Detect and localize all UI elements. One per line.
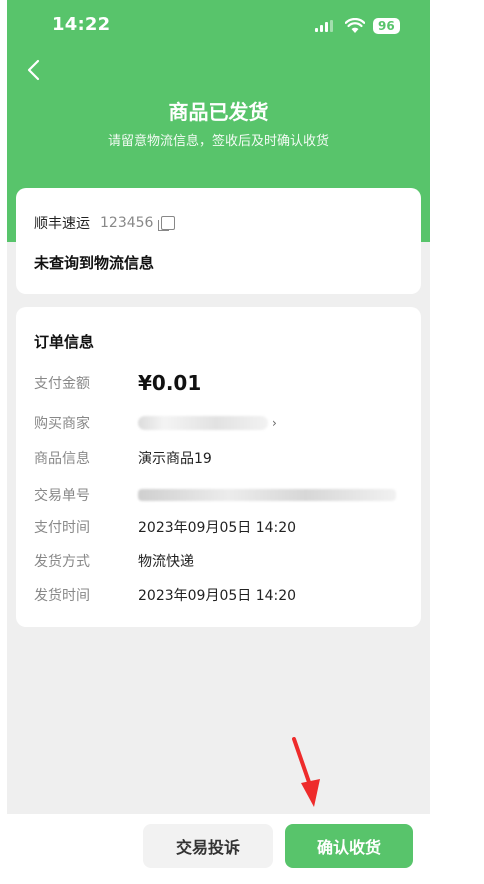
- chevron-right-icon: ›: [272, 416, 277, 430]
- ship-time-value: 2023年09月05日 14:20: [138, 588, 297, 604]
- order-info-card: 订单信息 支付金额 ¥0.01 购买商家 › 商品信息 演示商品19 交易单号 …: [16, 307, 421, 627]
- merchant-name-redacted: [138, 416, 268, 430]
- ship-time-label: 发货时间: [34, 588, 90, 604]
- ship-method-row: 发货方式 物流快递: [34, 551, 194, 571]
- cellular-signal-icon: [315, 20, 333, 32]
- copy-icon[interactable]: [158, 216, 176, 231]
- status-bar: 14:22 96: [7, 0, 430, 48]
- tracking-number: 123456: [100, 215, 154, 231]
- battery-indicator: 96: [373, 18, 400, 34]
- shipping-card: 顺丰速运 123456 未查询到物流信息: [16, 188, 421, 294]
- page-title: 商品已发货: [168, 100, 269, 124]
- confirm-receipt-button[interactable]: 确认收货: [285, 824, 413, 868]
- ship-method-value: 物流快递: [138, 554, 194, 570]
- bottom-action-bar: 交易投诉 确认收货: [7, 814, 430, 884]
- payment-amount-row: 支付金额 ¥0.01: [34, 371, 201, 395]
- pay-time-row: 支付时间 2023年09月05日 14:20: [34, 517, 296, 537]
- wifi-icon: [345, 18, 365, 33]
- courier-name: 顺丰速运: [34, 216, 90, 232]
- pay-time-value: 2023年09月05日 14:20: [138, 520, 297, 536]
- trade-no-row: 交易单号: [34, 485, 396, 505]
- trade-no-label: 交易单号: [34, 488, 90, 504]
- product-label: 商品信息: [34, 451, 90, 467]
- product-name: 演示商品19: [138, 451, 212, 467]
- page-subtitle: 请留意物流信息，签收后及时确认收货: [107, 134, 329, 149]
- annotation-arrow-icon: [292, 737, 320, 807]
- payment-amount-label: 支付金额: [34, 376, 90, 392]
- merchant-label: 购买商家: [34, 416, 90, 432]
- ship-method-label: 发货方式: [34, 554, 90, 570]
- complain-button[interactable]: 交易投诉: [143, 824, 273, 868]
- order-info-title: 订单信息: [34, 333, 95, 351]
- courier-line: 顺丰速运 123456: [34, 213, 176, 233]
- merchant-row[interactable]: 购买商家 ›: [34, 413, 277, 433]
- ship-time-row: 发货时间 2023年09月05日 14:20: [34, 585, 296, 605]
- pay-time-label: 支付时间: [34, 520, 90, 536]
- back-arrow-icon[interactable]: [25, 58, 45, 82]
- payment-amount-value: ¥0.01: [138, 371, 202, 395]
- status-time: 14:22: [52, 14, 111, 35]
- app-screen: 14:22 96 商品已发货 请留意物流信息，签收后及时确认收货 顺丰速运 12…: [7, 0, 430, 884]
- product-row: 商品信息 演示商品19: [34, 448, 212, 468]
- trade-no-redacted: [138, 489, 396, 501]
- logistics-status: 未查询到物流信息: [34, 254, 155, 272]
